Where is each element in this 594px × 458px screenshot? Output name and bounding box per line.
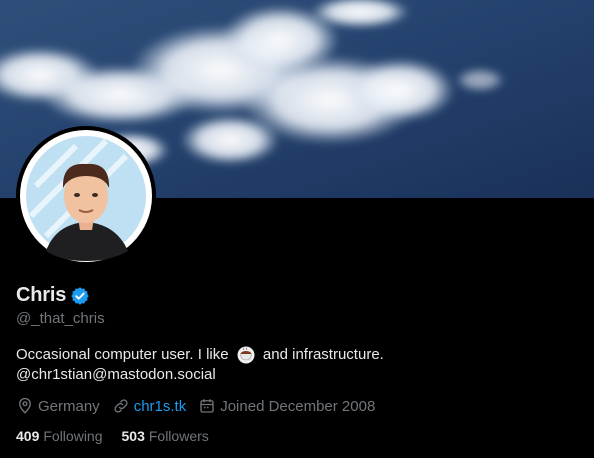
following-link[interactable]: 409 Following: [16, 428, 103, 444]
following-count: 409: [16, 428, 40, 444]
profile-location: Germany: [16, 397, 100, 415]
profile-meta: Germany chr1s.tk Joined December 2008: [16, 397, 387, 415]
followers-count: 503: [121, 428, 145, 444]
bio-text-before: Occasional computer user. I like: [16, 346, 233, 363]
bio-text-after: and infrastructure.: [258, 346, 384, 363]
followers-link[interactable]: 503 Followers: [122, 428, 209, 444]
profile-handle: @_that_chris: [16, 310, 105, 327]
following-label: Following: [43, 428, 103, 444]
profile-joined: Joined December 2008: [198, 397, 375, 415]
bio-line-1: Occasional computer user. I like and inf…: [16, 345, 576, 365]
link-icon: [114, 399, 128, 413]
calendar-icon: [200, 399, 214, 413]
joined-text: Joined December 2008: [220, 397, 376, 415]
profile-follow-stats: 409 Following 503 Followers: [16, 428, 228, 444]
profile-name-row: Chris: [16, 284, 90, 307]
website-link[interactable]: chr1s.tk: [134, 398, 187, 415]
avatar-image: [16, 126, 156, 266]
profile-bio: Occasional computer user. I like and inf…: [16, 345, 576, 385]
location-pin-icon: [19, 397, 31, 414]
coffee-cup-icon: [237, 346, 255, 364]
followers-label: Followers: [148, 428, 209, 444]
profile-avatar[interactable]: [16, 126, 156, 266]
profile-name: Chris: [16, 284, 67, 306]
bio-mastodon-handle: @chr1stian@mastodon.social: [16, 366, 216, 383]
verified-badge-icon[interactable]: [70, 286, 90, 306]
location-text: Germany: [38, 397, 100, 415]
profile-website: chr1s.tk: [112, 397, 187, 415]
bio-line-2: @chr1stian@mastodon.social: [16, 365, 576, 385]
